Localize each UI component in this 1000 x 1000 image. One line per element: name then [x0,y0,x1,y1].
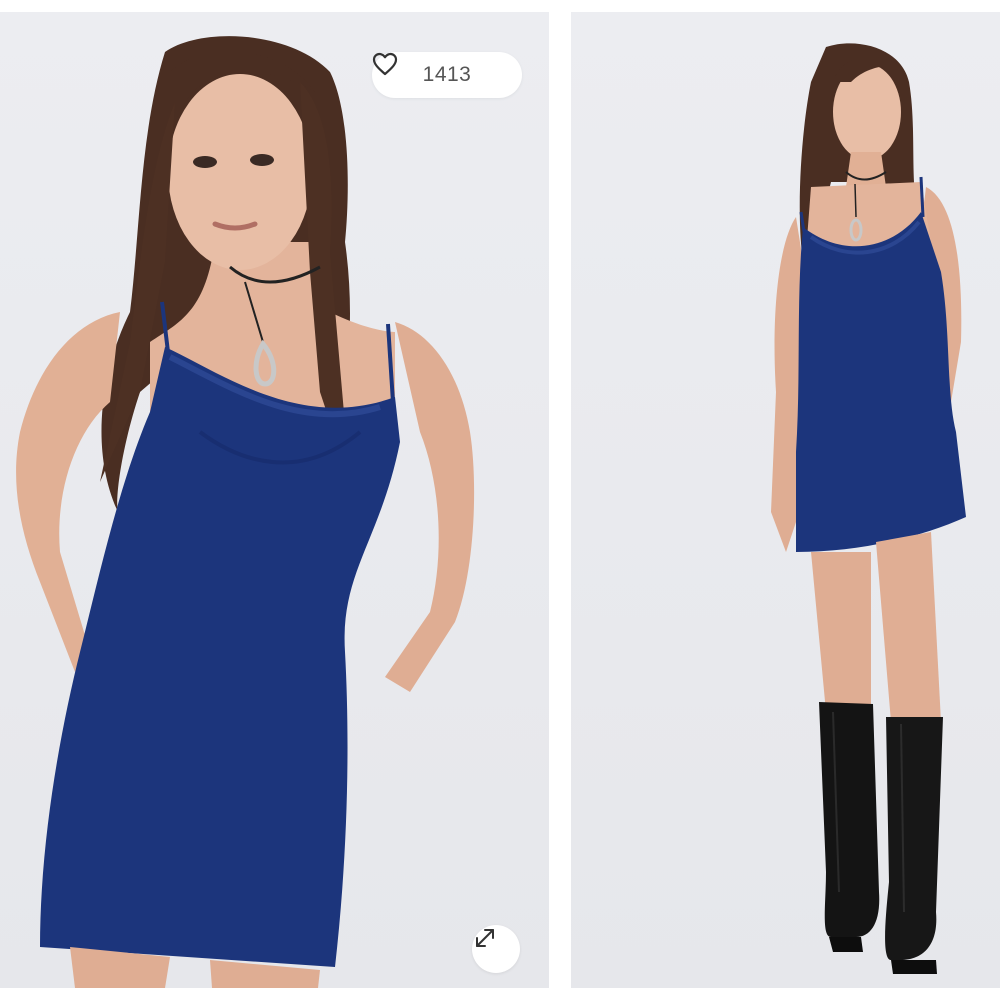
model-front-closeup-photo [16,36,475,988]
product-image-main[interactable]: 1413 [0,12,549,988]
favorite-button[interactable]: 1413 [372,52,522,98]
expand-diagonal-icon [476,929,494,947]
product-image-secondary[interactable] [571,12,1000,988]
expand-image-button[interactable] [472,925,520,973]
model-full-body-photo [771,43,966,974]
heart-outline-icon [372,52,398,76]
favorite-count: 1413 [422,63,472,86]
